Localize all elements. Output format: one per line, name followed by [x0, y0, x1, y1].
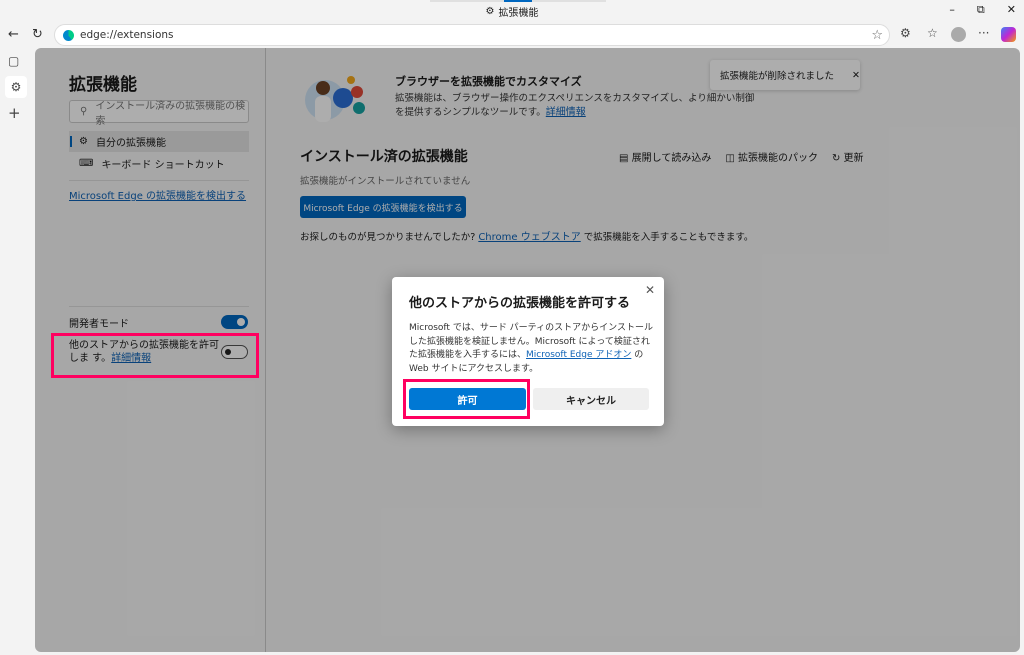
back-icon[interactable]: ← — [8, 27, 19, 42]
cancel-button[interactable]: キャンセル — [533, 388, 649, 410]
restore-button[interactable]: ⧉ — [977, 3, 985, 17]
new-tab-icon[interactable]: + — [8, 104, 21, 122]
toolbar: ← ↻ edge://extensions ☆ ⚙ ☆ ··· — [0, 22, 1024, 48]
profile-avatar[interactable] — [951, 27, 966, 42]
title-bar: ⚙ 拡張機能 – ⧉ ✕ — [0, 0, 1024, 22]
copilot-icon[interactable] — [1001, 27, 1016, 42]
window-title: 拡張機能 — [498, 7, 539, 19]
minimize-button[interactable]: – — [949, 3, 955, 17]
favorite-star-icon[interactable]: ☆ — [871, 28, 883, 43]
extensions-icon: ⚙ — [485, 5, 495, 17]
highlight-box-toggle — [51, 333, 259, 378]
more-icon[interactable]: ··· — [978, 26, 989, 40]
address-bar[interactable]: edge://extensions ☆ — [54, 24, 890, 46]
dialog-close-icon[interactable]: ✕ — [645, 283, 655, 297]
highlight-box-allow — [403, 379, 530, 419]
edge-addons-link[interactable]: Microsoft Edge アドオン — [526, 350, 631, 360]
extensions-tab-icon[interactable]: ⚙ — [5, 76, 27, 98]
dialog-title: 他のストアからの拡張機能を許可する — [409, 296, 631, 311]
close-window-button[interactable]: ✕ — [1007, 3, 1016, 17]
tab-actions-icon[interactable]: ▢ — [8, 54, 19, 68]
edge-icon — [63, 29, 74, 41]
favorites-icon[interactable]: ☆ — [927, 26, 938, 40]
vertical-tab-strip: ▢ ⚙ + — [0, 48, 32, 655]
refresh-icon[interactable]: ↻ — [32, 27, 43, 42]
url-text: edge://extensions — [80, 29, 174, 41]
dialog-body: Microsoft では、サード パーティのストアからインストールした拡張機能を… — [409, 322, 654, 376]
extensions-icon[interactable]: ⚙ — [900, 26, 911, 40]
